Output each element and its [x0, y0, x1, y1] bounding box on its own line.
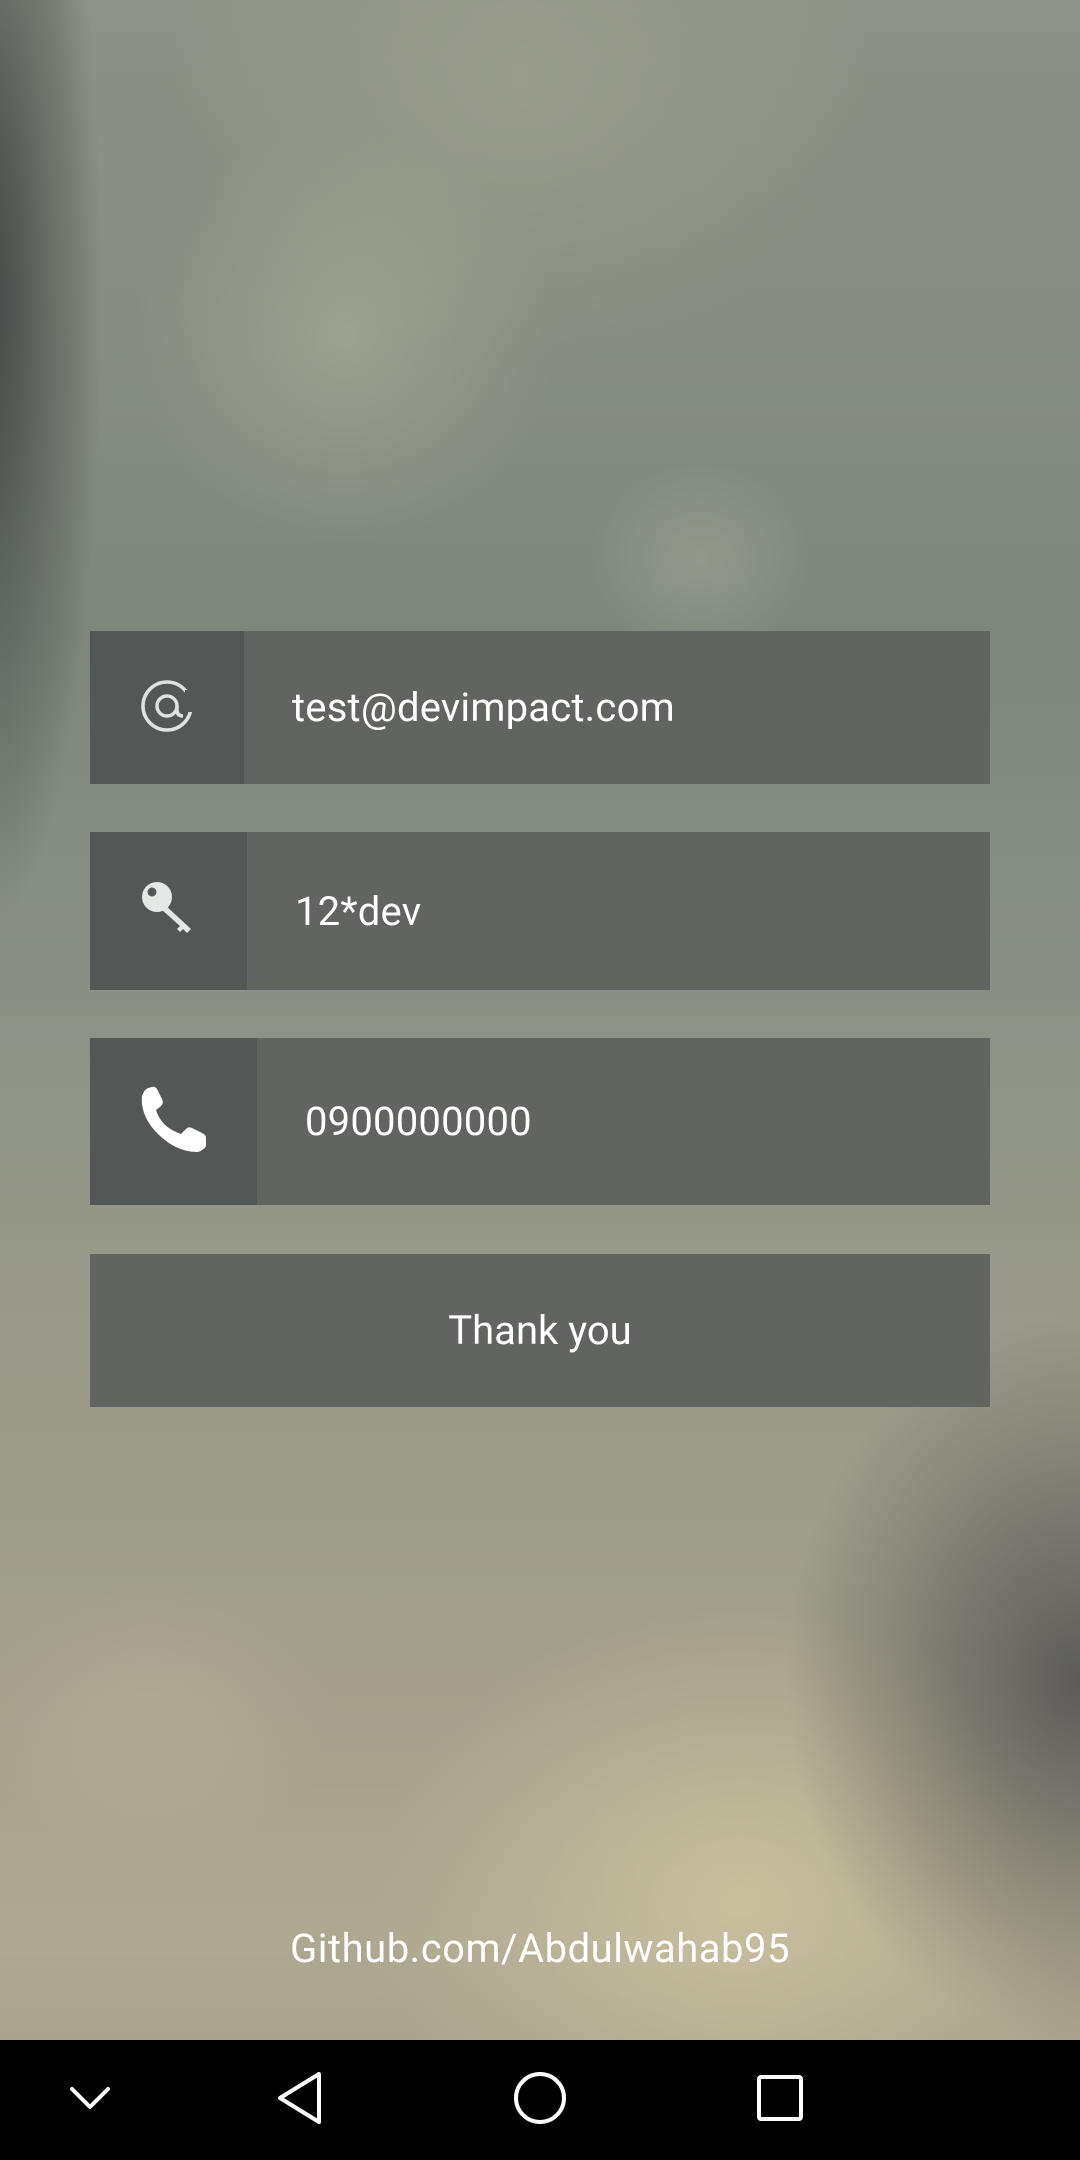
email-input[interactable]: test@devimpact.com	[244, 631, 675, 784]
password-field[interactable]: 12*dev	[90, 832, 990, 990]
home-icon	[512, 2070, 568, 2130]
phone-field[interactable]: 0900000000	[90, 1038, 990, 1205]
phone-icon-cell	[90, 1038, 257, 1205]
recents-button[interactable]	[720, 2040, 840, 2160]
collapse-button[interactable]	[30, 2040, 150, 2160]
email-field[interactable]: test@devimpact.com	[90, 631, 990, 784]
login-form: test@devimpact.com 12*dev 0900000000 Tha…	[90, 631, 990, 1407]
thank-you-button[interactable]: Thank you	[90, 1254, 990, 1407]
phone-icon	[136, 1082, 212, 1162]
home-button[interactable]	[480, 2040, 600, 2160]
at-sign-icon	[137, 676, 197, 740]
recents-icon	[756, 2074, 804, 2126]
github-link[interactable]: Github.com/Abdulwahab95	[0, 1925, 1080, 1972]
password-input[interactable]: 12*dev	[247, 832, 421, 990]
phone-input[interactable]: 0900000000	[257, 1038, 532, 1205]
system-navigation-bar	[0, 2040, 1080, 2160]
key-icon	[137, 877, 201, 945]
back-icon	[275, 2071, 325, 2129]
back-button[interactable]	[240, 2040, 360, 2160]
email-icon-cell	[90, 631, 244, 784]
password-icon-cell	[90, 832, 247, 990]
chevron-down-icon	[68, 2083, 112, 2117]
